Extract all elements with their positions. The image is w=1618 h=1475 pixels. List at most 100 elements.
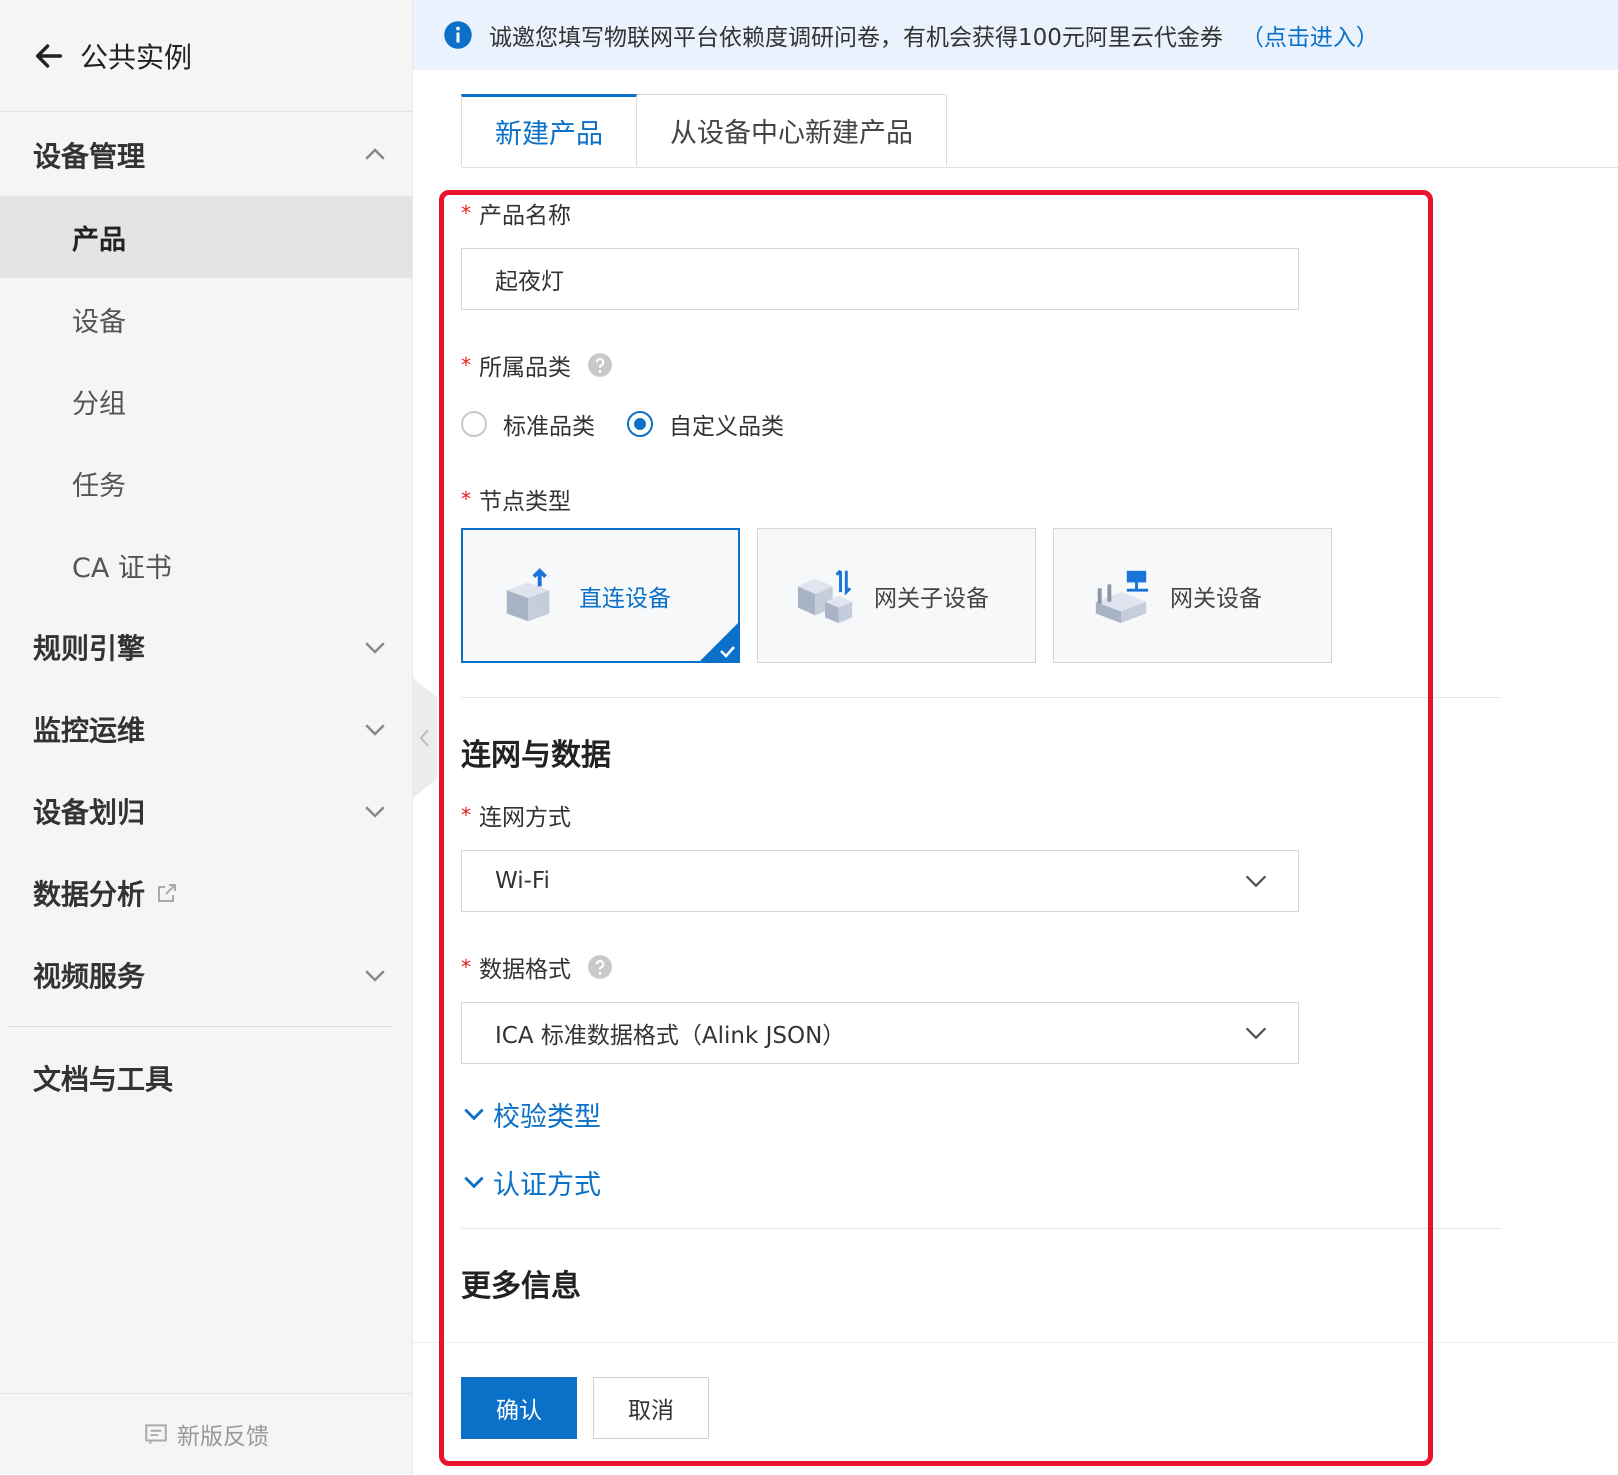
chevron-down-icon [365,806,385,818]
node-type-cards: 直连设备 网关子设备 网关设备 [461,528,1501,663]
required-mark: * [461,803,471,827]
section-divider [461,697,1501,698]
data-format-value: ICA 标准数据格式（Alink JSON） [495,1023,846,1049]
sidebar-menu: 设备管理 产品 设备 分组 任务 CA 证书 规则引擎 监控运维 设备划归 数据… [0,114,412,1119]
confirm-button[interactable]: 确认 [461,1377,577,1439]
menu-group-label: 文档与工具 [33,1063,174,1096]
category-label-text: 所属品类 [479,355,571,381]
auth-method-expander[interactable]: 认证方式 [461,1162,1501,1202]
category-label: * 所属品类 [461,348,1501,382]
menu-group-label: 视频服务 [33,960,146,993]
sidebar-item-product[interactable]: 产品 [0,196,412,278]
tab-baseline [461,167,1618,168]
required-mark: * [461,955,471,979]
checkmark-corner-icon [699,622,739,662]
chevron-down-icon [365,970,385,982]
network-method-label-text: 连网方式 [479,805,571,831]
direct-device-icon [506,567,550,621]
chevron-down-icon [1245,875,1267,888]
arrow-left-icon[interactable] [32,39,66,73]
menu-group-rules-engine[interactable]: 规则引擎 [0,606,412,688]
chevron-down-icon [365,642,385,654]
menu-group-label: 数据分析 [33,878,146,911]
data-format-label: * 数据格式 [461,950,1501,984]
external-link-icon [158,884,177,902]
form-footer: 确认 取消 [413,1342,1618,1475]
tab-bar: 新建产品 从设备中心新建产品 [461,94,1618,168]
sidebar-item-device[interactable]: 设备 [0,278,412,360]
help-icon[interactable] [587,352,613,378]
menu-group-data-analysis[interactable]: 数据分析 [0,852,412,934]
chevron-down-icon [1245,1027,1267,1040]
expander-label: 认证方式 [493,1169,601,1201]
network-method-label: * 连网方式 [461,798,1501,832]
required-mark: * [461,353,471,377]
required-mark: * [461,487,471,511]
menu-group-docs-tools[interactable]: 文档与工具 [0,1037,412,1119]
section-title-network: 连网与数据 [461,738,611,773]
menu-group-video-service[interactable]: 视频服务 [0,934,412,1016]
sidebar-collapse-handle[interactable] [413,678,437,798]
verify-type-expander[interactable]: 校验类型 [461,1094,1501,1134]
feedback-icon [145,1424,167,1445]
sidebar-header[interactable]: 公共实例 [0,0,412,112]
menu-group-label: 设备划归 [33,796,146,829]
radio-label: 自定义品类 [669,414,784,440]
instance-title: 公共实例 [80,40,193,74]
node-type-gateway-subdevice[interactable]: 网关子设备 [757,528,1036,663]
create-product-form: * 产品名称 起夜灯 * 所属品类 标准品类 自定义品类 * 节点类型 直连设备… [461,196,1501,1304]
chevron-down-icon [464,1108,484,1121]
tab-new-product[interactable]: 新建产品 [461,94,637,166]
chevron-up-icon [365,148,385,160]
info-icon [444,21,472,49]
radio-circle [461,411,487,437]
gateway-subdevice-icon [797,569,853,623]
tab-new-from-device-center[interactable]: 从设备中心新建产品 [637,94,947,166]
product-name-label-text: 产品名称 [479,203,571,229]
product-name-label: * 产品名称 [461,196,1501,230]
node-type-label-text: 节点类型 [479,489,571,515]
feedback-button[interactable]: 新版反馈 [0,1393,412,1474]
sidebar-divider [8,1026,392,1027]
menu-group-label: 设备管理 [33,140,146,173]
radio-label: 标准品类 [503,414,595,440]
data-format-label-text: 数据格式 [479,957,571,983]
menu-group-label: 监控运维 [33,714,146,747]
network-method-value: Wi-Fi [495,868,550,894]
sidebar-item-group[interactable]: 分组 [0,360,412,442]
cancel-button[interactable]: 取消 [593,1377,709,1439]
notice-link[interactable]: （点击进入） [1241,18,1379,52]
gateway-device-icon [1095,570,1149,623]
card-label: 直连设备 [579,585,671,612]
sidebar-item-ca-cert[interactable]: CA 证书 [0,524,412,606]
radio-custom-category[interactable]: 自定义品类 [627,407,784,441]
category-radio-group: 标准品类 自定义品类 [461,406,1501,442]
radio-circle [627,411,653,437]
product-name-value: 起夜灯 [495,269,564,295]
survey-notice-banner: 诚邀您填写物联网平台依赖度调研问卷，有机会获得100元阿里云代金券 （点击进入） [413,0,1618,70]
sidebar-item-task[interactable]: 任务 [0,442,412,524]
section-divider [461,1228,1501,1229]
feedback-label: 新版反馈 [177,1424,269,1450]
notice-text: 诚邀您填写物联网平台依赖度调研问卷，有机会获得100元阿里云代金券 [489,25,1223,51]
node-type-direct-device[interactable]: 直连设备 [461,528,740,663]
radio-standard-category[interactable]: 标准品类 [461,407,595,441]
section-title-more-info: 更多信息 [461,1269,581,1304]
required-mark: * [461,201,471,225]
help-icon[interactable] [587,954,613,980]
node-type-gateway-device[interactable]: 网关设备 [1053,528,1332,663]
data-format-select[interactable]: ICA 标准数据格式（Alink JSON） [461,1002,1299,1064]
chevron-left-icon [419,729,429,747]
sidebar: 公共实例 设备管理 产品 设备 分组 任务 CA 证书 规则引擎 监控运维 设备… [0,0,413,1474]
node-type-label: * 节点类型 [461,482,1501,516]
card-label: 网关设备 [1170,585,1262,612]
chevron-down-icon [365,724,385,736]
expander-label: 校验类型 [493,1101,601,1133]
menu-group-label: 规则引擎 [33,632,146,665]
menu-group-device-mgmt[interactable]: 设备管理 [0,114,412,196]
chevron-down-icon [464,1176,484,1189]
product-name-input[interactable]: 起夜灯 [461,248,1299,310]
menu-group-device-assign[interactable]: 设备划归 [0,770,412,852]
network-method-select[interactable]: Wi-Fi [461,850,1299,912]
menu-group-monitoring[interactable]: 监控运维 [0,688,412,770]
